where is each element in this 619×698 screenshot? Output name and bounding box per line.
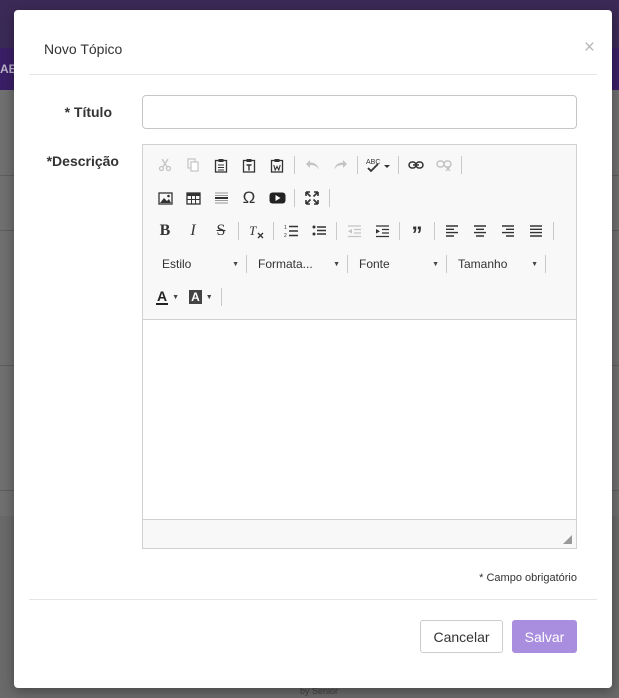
- strikethrough-icon[interactable]: S: [207, 219, 235, 243]
- horizontal-line-icon[interactable]: [207, 186, 235, 210]
- editor-content-area[interactable]: [143, 319, 576, 520]
- svg-text:2: 2: [284, 233, 287, 238]
- toolbar-separator: [434, 222, 435, 240]
- toolbar-separator: [399, 222, 400, 240]
- toolbar-separator: [347, 255, 348, 273]
- toolbar-separator: [238, 222, 239, 240]
- toolbar-separator: [220, 288, 222, 306]
- toolbar-separator: [294, 189, 295, 207]
- new-topic-modal: Novo Tópico × * Título *Descrição ABC Ω …: [14, 10, 612, 688]
- size-dropdown[interactable]: Tamanho ▼: [450, 252, 542, 276]
- background-color-icon: A: [189, 290, 202, 304]
- chevron-down-icon: ▼: [232, 260, 239, 268]
- chevron-down-icon: ▼: [333, 260, 340, 268]
- spellcheck-icon[interactable]: ABC: [361, 153, 395, 177]
- align-right-icon[interactable]: [494, 219, 522, 243]
- paste-text-icon[interactable]: [235, 153, 263, 177]
- toolbar-separator: [545, 255, 546, 273]
- toolbar-separator: [329, 189, 330, 207]
- text-color-icon: A: [156, 287, 169, 305]
- chevron-down-icon: ▼: [205, 293, 213, 301]
- text-color-button[interactable]: A ▼: [151, 285, 184, 309]
- remove-format-icon[interactable]: T: [242, 219, 270, 243]
- editor-toolbar-row: ABC: [151, 152, 465, 178]
- bold-icon[interactable]: B: [151, 219, 179, 243]
- style-dropdown[interactable]: Estilo ▼: [151, 252, 243, 276]
- titulo-label: * Título: [64, 104, 112, 120]
- font-dropdown-label: Fonte: [359, 257, 390, 271]
- descricao-label: *Descrição: [46, 153, 119, 169]
- numbered-list-icon[interactable]: 12: [277, 219, 305, 243]
- close-icon[interactable]: ×: [584, 38, 595, 58]
- justify-icon[interactable]: [522, 219, 550, 243]
- rich-text-editor: ABC Ω B I S T 1 2 ” Estilo ▼ Formata... …: [142, 144, 577, 549]
- resize-grip-icon[interactable]: [563, 535, 572, 544]
- style-dropdown-label: Estilo: [162, 257, 192, 271]
- chevron-down-icon: ▼: [432, 260, 439, 268]
- toolbar-separator: [446, 255, 447, 273]
- background-color-button[interactable]: A ▼: [184, 285, 218, 309]
- toolbar-separator: [398, 156, 399, 174]
- paste-word-icon[interactable]: [263, 153, 291, 177]
- paste-icon[interactable]: [207, 153, 235, 177]
- modal-title: Novo Tópico: [44, 41, 123, 57]
- toolbar-separator: [273, 222, 274, 240]
- format-dropdown-label: Formata...: [258, 257, 313, 271]
- save-button[interactable]: Salvar: [512, 620, 577, 653]
- titulo-input[interactable]: [142, 95, 577, 129]
- toolbar-separator: [336, 222, 337, 240]
- cancel-button[interactable]: Cancelar: [420, 620, 503, 653]
- size-dropdown-label: Tamanho: [458, 257, 508, 271]
- italic-icon[interactable]: I: [179, 219, 207, 243]
- align-center-icon[interactable]: [466, 219, 494, 243]
- toolbar-separator: [461, 156, 462, 174]
- cut-icon[interactable]: [151, 153, 179, 177]
- unlink-icon[interactable]: [430, 153, 458, 177]
- toolbar-separator: [357, 156, 358, 174]
- copy-icon[interactable]: [179, 153, 207, 177]
- required-field-note: * Campo obrigatório: [479, 572, 577, 584]
- font-dropdown[interactable]: Fonte ▼: [351, 252, 443, 276]
- align-left-icon[interactable]: [438, 219, 466, 243]
- redo-icon[interactable]: [326, 153, 354, 177]
- image-icon[interactable]: [151, 186, 179, 210]
- special-char-icon[interactable]: Ω: [235, 186, 263, 210]
- editor-toolbar-row: Ω: [151, 185, 333, 211]
- toolbar-separator: [553, 222, 554, 240]
- blockquote-icon[interactable]: ”: [403, 219, 431, 247]
- toolbar-separator: [246, 255, 247, 273]
- link-icon[interactable]: [402, 153, 430, 177]
- editor-toolbar-row: Estilo ▼ Formata... ▼ Fonte ▼ Tamanho ▼: [151, 251, 549, 277]
- table-icon[interactable]: [179, 186, 207, 210]
- svg-text:T: T: [249, 224, 257, 238]
- chevron-down-icon: ▼: [172, 293, 180, 301]
- toolbar-separator: [294, 156, 295, 174]
- editor-toolbar-row: B I S T 12 ”: [151, 218, 557, 247]
- chevron-down-icon: ▼: [531, 260, 538, 268]
- modal-header: Novo Tópico ×: [29, 10, 597, 75]
- youtube-icon[interactable]: [263, 186, 291, 210]
- modal-footer-divider: [29, 599, 597, 600]
- format-dropdown[interactable]: Formata... ▼: [250, 252, 344, 276]
- editor-toolbar-row: A ▼ A ▼: [151, 284, 225, 310]
- bullet-list-icon[interactable]: [305, 219, 333, 243]
- maximize-icon[interactable]: [298, 186, 326, 210]
- undo-icon[interactable]: [298, 153, 326, 177]
- outdent-icon[interactable]: [340, 219, 368, 243]
- indent-icon[interactable]: [368, 219, 396, 243]
- svg-text:1: 1: [284, 225, 287, 231]
